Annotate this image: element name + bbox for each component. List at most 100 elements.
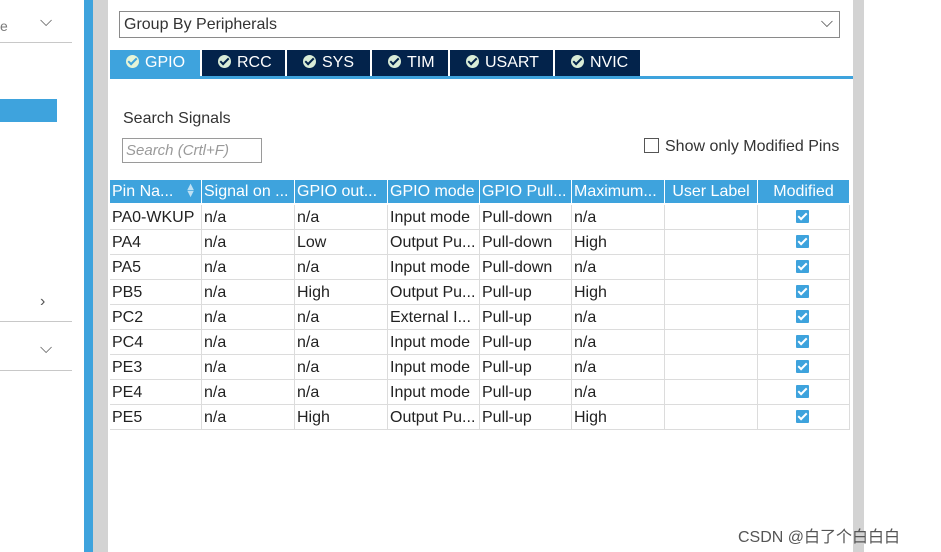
panel-divider[interactable]	[84, 0, 93, 552]
table-cell-gpio-output-level[interactable]: n/a	[295, 205, 388, 230]
table-cell-gpio-output-level[interactable]: n/a	[295, 305, 388, 330]
table-cell-gpio-mode[interactable]: Input mode	[388, 355, 480, 380]
table-cell-max-output-speed[interactable]: n/a	[572, 205, 665, 230]
table-cell-modified[interactable]	[758, 230, 850, 255]
column-header-gpio-pull[interactable]: GPIO Pull...	[480, 180, 572, 203]
table-cell-pin-name[interactable]: PA0-WKUP	[110, 205, 202, 230]
table-cell-user-label[interactable]	[665, 355, 758, 380]
table-cell-gpio-pull[interactable]: Pull-up	[480, 380, 572, 405]
table-cell-modified[interactable]	[758, 380, 850, 405]
modified-checkbox[interactable]	[796, 310, 809, 323]
tab-nvic[interactable]: NVIC	[555, 50, 642, 76]
show-modified-toggle[interactable]: Show only Modified Pins	[644, 138, 839, 156]
table-cell-gpio-pull[interactable]: Pull-up	[480, 355, 572, 380]
table-cell-user-label[interactable]	[665, 280, 758, 305]
table-cell-modified[interactable]	[758, 305, 850, 330]
table-cell-max-output-speed[interactable]: n/a	[572, 305, 665, 330]
table-cell-signal[interactable]: n/a	[202, 405, 295, 430]
modified-checkbox[interactable]	[796, 335, 809, 348]
table-cell-max-output-speed[interactable]: High	[572, 280, 665, 305]
table-cell-gpio-mode[interactable]: Input mode	[388, 205, 480, 230]
table-cell-signal[interactable]: n/a	[202, 355, 295, 380]
table-cell-gpio-pull[interactable]: Pull-up	[480, 280, 572, 305]
left-dropdown[interactable]: e ⌵	[0, 0, 72, 43]
column-header-user-label[interactable]: User Label	[665, 180, 758, 203]
table-cell-gpio-output-level[interactable]: n/a	[295, 355, 388, 380]
table-cell-gpio-pull[interactable]: Pull-up	[480, 305, 572, 330]
table-cell-pin-name[interactable]: PC2	[110, 305, 202, 330]
table-cell-modified[interactable]	[758, 330, 850, 355]
table-cell-max-output-speed[interactable]: n/a	[572, 255, 665, 280]
table-cell-gpio-mode[interactable]: Input mode	[388, 380, 480, 405]
tab-tim[interactable]: TIM	[372, 50, 450, 76]
left-selected-item[interactable]	[0, 99, 57, 122]
table-cell-pin-name[interactable]: PC4	[110, 330, 202, 355]
show-modified-checkbox[interactable]	[644, 138, 659, 153]
table-cell-gpio-mode[interactable]: Input mode	[388, 255, 480, 280]
table-cell-pin-name[interactable]: PE4	[110, 380, 202, 405]
table-cell-signal[interactable]: n/a	[202, 205, 295, 230]
table-cell-gpio-output-level[interactable]: n/a	[295, 255, 388, 280]
table-cell-modified[interactable]	[758, 280, 850, 305]
tab-gpio[interactable]: GPIO	[110, 50, 202, 76]
table-cell-gpio-mode[interactable]: Input mode	[388, 330, 480, 355]
table-cell-user-label[interactable]	[665, 380, 758, 405]
table-cell-max-output-speed[interactable]: n/a	[572, 380, 665, 405]
table-cell-max-output-speed[interactable]: High	[572, 230, 665, 255]
tab-usart[interactable]: USART	[450, 50, 555, 76]
search-signals-input[interactable]	[122, 138, 262, 163]
table-cell-gpio-pull[interactable]: Pull-down	[480, 205, 572, 230]
table-cell-gpio-mode[interactable]: Output Pu...	[388, 230, 480, 255]
table-cell-modified[interactable]	[758, 255, 850, 280]
table-cell-gpio-output-level[interactable]: n/a	[295, 380, 388, 405]
table-cell-gpio-pull[interactable]: Pull-up	[480, 405, 572, 430]
modified-checkbox[interactable]	[796, 285, 809, 298]
table-cell-gpio-output-level[interactable]: High	[295, 280, 388, 305]
table-cell-max-output-speed[interactable]: High	[572, 405, 665, 430]
table-cell-modified[interactable]	[758, 405, 850, 430]
table-cell-gpio-mode[interactable]: External I...	[388, 305, 480, 330]
table-cell-user-label[interactable]	[665, 305, 758, 330]
modified-checkbox[interactable]	[796, 360, 809, 373]
column-header-pin-name[interactable]: Pin Na... ▲ ▼	[110, 180, 202, 203]
table-cell-gpio-mode[interactable]: Output Pu...	[388, 280, 480, 305]
column-header-gpio-mode[interactable]: GPIO mode	[388, 180, 480, 203]
table-cell-gpio-output-level[interactable]: High	[295, 405, 388, 430]
modified-checkbox[interactable]	[796, 385, 809, 398]
column-header-modified[interactable]: Modified	[758, 180, 850, 203]
table-cell-user-label[interactable]	[665, 330, 758, 355]
column-header-max-output-speed[interactable]: Maximum...	[572, 180, 665, 203]
tab-sys[interactable]: SYS	[287, 50, 372, 76]
modified-checkbox[interactable]	[796, 260, 809, 273]
left-collapsible-row[interactable]: ⌵	[0, 336, 72, 371]
table-cell-signal[interactable]: n/a	[202, 380, 295, 405]
column-header-signal[interactable]: Signal on ...	[202, 180, 295, 203]
modified-checkbox[interactable]	[796, 410, 809, 423]
tab-rcc[interactable]: RCC	[202, 50, 287, 76]
group-by-select[interactable]: Group By Peripherals ⌵	[119, 11, 840, 38]
table-cell-max-output-speed[interactable]: n/a	[572, 355, 665, 380]
table-cell-modified[interactable]	[758, 355, 850, 380]
table-cell-gpio-pull[interactable]: Pull-down	[480, 255, 572, 280]
modified-checkbox[interactable]	[796, 235, 809, 248]
table-cell-signal[interactable]: n/a	[202, 230, 295, 255]
table-cell-user-label[interactable]	[665, 405, 758, 430]
table-cell-modified[interactable]	[758, 205, 850, 230]
table-cell-gpio-output-level[interactable]: Low	[295, 230, 388, 255]
modified-checkbox[interactable]	[796, 210, 809, 223]
table-cell-gpio-pull[interactable]: Pull-up	[480, 330, 572, 355]
table-cell-signal[interactable]: n/a	[202, 330, 295, 355]
table-cell-gpio-pull[interactable]: Pull-down	[480, 230, 572, 255]
table-cell-signal[interactable]: n/a	[202, 305, 295, 330]
table-cell-user-label[interactable]	[665, 205, 758, 230]
table-cell-pin-name[interactable]: PE5	[110, 405, 202, 430]
table-cell-pin-name[interactable]: PA5	[110, 255, 202, 280]
table-cell-signal[interactable]: n/a	[202, 280, 295, 305]
table-cell-pin-name[interactable]: PB5	[110, 280, 202, 305]
left-expandable-row[interactable]: ›	[0, 287, 72, 322]
table-cell-max-output-speed[interactable]: n/a	[572, 330, 665, 355]
table-cell-gpio-output-level[interactable]: n/a	[295, 330, 388, 355]
table-cell-pin-name[interactable]: PA4	[110, 230, 202, 255]
table-cell-signal[interactable]: n/a	[202, 255, 295, 280]
table-cell-user-label[interactable]	[665, 230, 758, 255]
